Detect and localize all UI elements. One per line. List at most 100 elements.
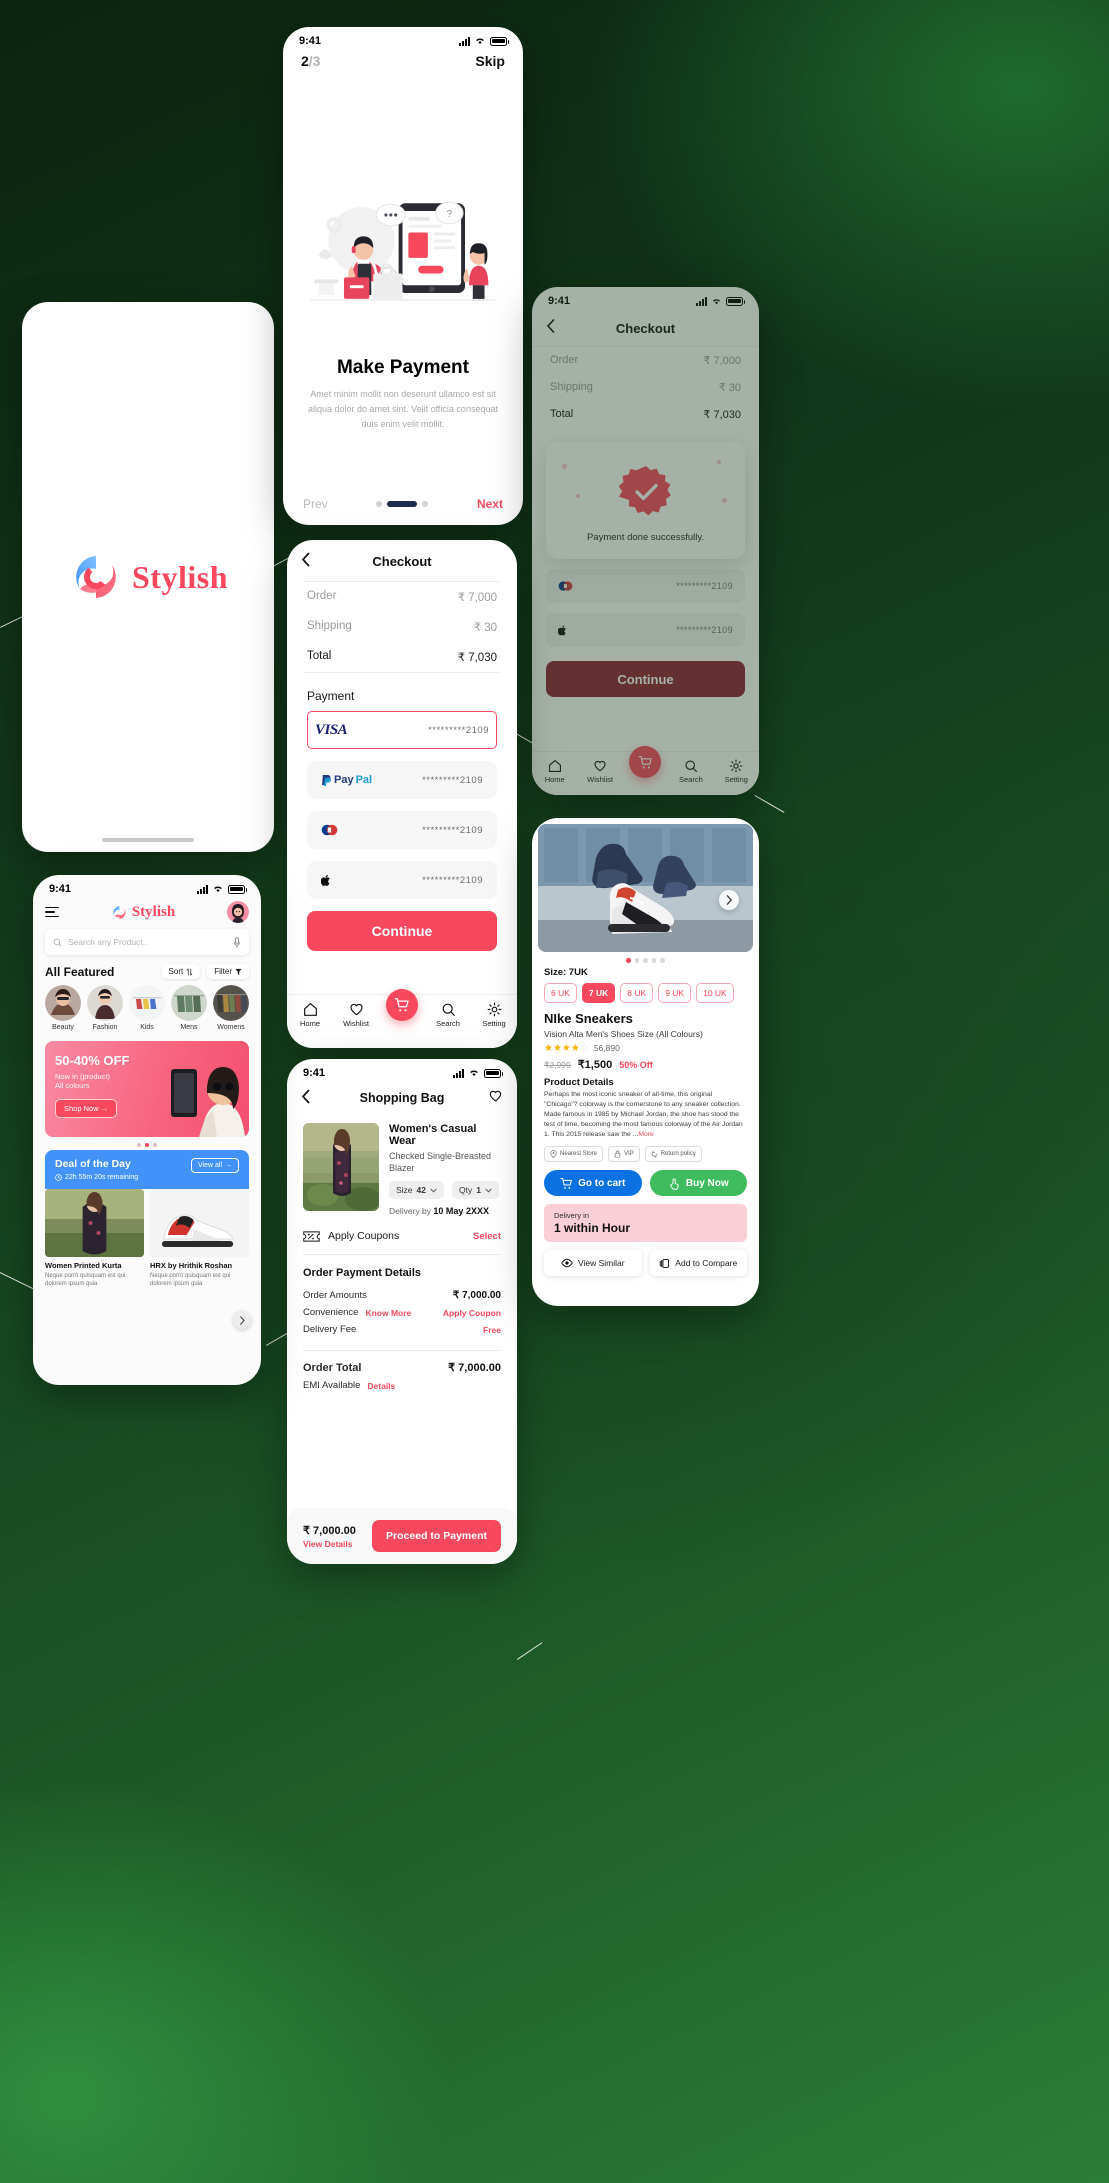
payment-method-row[interactable]: *********2109 xyxy=(546,613,745,647)
tab-setting[interactable]: Setting xyxy=(714,759,759,784)
continue-button[interactable]: Continue xyxy=(307,911,497,951)
tab-home[interactable]: Home xyxy=(287,1002,333,1028)
category-mens[interactable]: Mens xyxy=(169,985,209,1031)
tab-wishlist[interactable]: Wishlist xyxy=(577,759,622,784)
qty-selector[interactable]: Qty 1 xyxy=(452,1181,499,1200)
size-selector[interactable]: Size 42 xyxy=(389,1181,445,1200)
back-icon[interactable] xyxy=(546,319,555,338)
summary-row-total: Total ₹ 7,030 xyxy=(550,408,741,421)
tab-setting[interactable]: Setting xyxy=(471,1002,517,1028)
payment-method-maestro[interactable]: *********2109 xyxy=(307,811,497,849)
emi-details-link[interactable]: Details xyxy=(367,1381,395,1391)
filter-icon xyxy=(235,968,242,975)
promo-banner[interactable]: 50-40% OFF Now in (product) All colours … xyxy=(45,1041,249,1137)
add-to-compare-button[interactable]: Add to Compare xyxy=(649,1250,747,1277)
deal-of-day-banner: Deal of the Day 22h 55m 20s remaining Vi… xyxy=(45,1150,249,1189)
bottom-tab-bar: Home Wishlist Search Setting xyxy=(287,989,517,1048)
payment-method-paypal[interactable]: Pay Pal *********2109 xyxy=(307,761,497,799)
category-fashion[interactable]: Fashion xyxy=(85,985,125,1031)
badge-vip[interactable]: VIP xyxy=(608,1146,640,1163)
sort-button[interactable]: Sort xyxy=(161,964,201,979)
size-options: 6 UK 7 UK 8 UK 9 UK 10 UK xyxy=(532,982,759,1011)
tab-cart[interactable] xyxy=(623,746,668,778)
product-name: Women Printed Kurta xyxy=(45,1261,122,1270)
cart-fab[interactable] xyxy=(629,746,662,778)
buy-now-button[interactable]: Buy Now xyxy=(649,1170,747,1197)
coupon-select-link[interactable]: Select xyxy=(473,1231,501,1242)
clock-icon xyxy=(55,1174,62,1181)
signal-icon xyxy=(459,36,470,46)
tab-label: Wishlist xyxy=(343,1019,369,1028)
tab-search[interactable]: Search xyxy=(668,759,713,784)
deal-timer: 22h 55m 20s remaining xyxy=(55,1174,138,1181)
category-image xyxy=(129,985,165,1021)
tab-home[interactable]: Home xyxy=(532,759,577,784)
next-arrow-button[interactable] xyxy=(233,1311,251,1329)
payment-method-visa[interactable]: VISA *********2109 xyxy=(307,711,497,749)
phone-shopping-bag-screen: 9:41 Shopping Bag Women's Casual Wear Ch… xyxy=(287,1059,517,1564)
wishlist-icon[interactable] xyxy=(488,1089,503,1108)
image-pagination-dots[interactable] xyxy=(532,952,759,967)
phone-splash-screen: Stylish xyxy=(22,302,274,852)
apply-coupons-row[interactable]: Apply Coupons Select xyxy=(287,1216,517,1254)
back-icon[interactable] xyxy=(301,1089,310,1109)
summary-label: Total xyxy=(307,650,332,662)
badge-nearest-store[interactable]: Nearest Store xyxy=(544,1146,604,1163)
size-option-selected[interactable]: 7 UK xyxy=(581,982,616,1003)
delivery-banner: Delivery in 1 within Hour xyxy=(544,1204,747,1243)
tab-wishlist[interactable]: Wishlist xyxy=(333,1002,379,1028)
size-option[interactable]: 9 UK xyxy=(658,982,692,1003)
skip-button[interactable]: Skip xyxy=(475,53,505,69)
next-image-button[interactable] xyxy=(719,890,739,910)
pagination-dots[interactable] xyxy=(376,501,429,507)
view-all-button[interactable]: View all → xyxy=(191,1158,239,1173)
cart-fab[interactable] xyxy=(386,989,418,1021)
view-similar-button[interactable]: View Similar xyxy=(544,1250,642,1277)
lock-icon xyxy=(614,1151,621,1158)
back-icon[interactable] xyxy=(301,552,310,572)
payment-method-row[interactable]: *********2109 xyxy=(546,569,745,603)
delivery-label: Delivery in xyxy=(554,1211,590,1221)
apply-coupon-link[interactable]: Apply Coupon xyxy=(443,1308,501,1318)
avatar[interactable] xyxy=(226,901,249,923)
tab-label: Wishlist xyxy=(587,775,613,784)
menu-icon[interactable] xyxy=(45,906,59,918)
category-beauty[interactable]: Beauty xyxy=(43,985,83,1031)
tab-cart[interactable] xyxy=(379,989,425,1021)
wifi-icon xyxy=(214,886,222,893)
next-button[interactable]: Next xyxy=(477,497,503,511)
go-to-cart-button[interactable]: Go to cart xyxy=(544,1170,642,1197)
category-womens[interactable]: Womens xyxy=(211,985,251,1031)
search-input[interactable]: Search any Product.. xyxy=(45,929,249,955)
prev-button[interactable]: Prev xyxy=(303,497,328,511)
banner-dots[interactable] xyxy=(33,1137,261,1150)
category-kids[interactable]: Kids xyxy=(127,985,167,1031)
mic-icon[interactable] xyxy=(233,936,241,948)
summary-value: ₹ 30 xyxy=(473,622,497,634)
battery-icon xyxy=(228,884,247,894)
summary-row-total: Total ₹ 7,030 xyxy=(287,642,517,672)
tab-search[interactable]: Search xyxy=(425,1002,471,1028)
filter-button[interactable]: Filter xyxy=(207,964,249,979)
success-check-icon xyxy=(618,464,674,520)
category-label: Womens xyxy=(217,1024,245,1031)
product-card[interactable]: HRX by Hrithik Roshan Neque porro quisqu… xyxy=(150,1189,249,1288)
continue-button[interactable]: Continue xyxy=(546,661,745,697)
size-option[interactable]: 6 UK xyxy=(544,982,577,1003)
know-more-link[interactable]: Know More xyxy=(365,1308,411,1318)
success-message: Payment done successfully. xyxy=(586,532,705,543)
size-option[interactable]: 8 UK xyxy=(620,982,654,1003)
payment-method-applepay[interactable]: *********2109 xyxy=(307,861,497,899)
more-link[interactable]: More xyxy=(638,1131,654,1138)
battery-icon xyxy=(726,296,745,306)
proceed-to-payment-button[interactable]: Proceed to Payment xyxy=(372,1520,501,1552)
status-bar: 9:41 xyxy=(287,1059,517,1081)
summary-row: Order ₹ 7,000 xyxy=(550,354,741,367)
shop-now-button[interactable]: Shop Now → xyxy=(55,1099,118,1118)
badge-return-policy[interactable]: Return policy xyxy=(644,1146,702,1163)
view-details-link[interactable]: View Details xyxy=(303,1539,356,1549)
product-card[interactable]: Women Printed Kurta Neque porro quisquam… xyxy=(45,1189,144,1288)
size-option[interactable]: 10 UK xyxy=(696,982,734,1003)
page-title: Checkout xyxy=(615,321,676,336)
visa-icon: VISA xyxy=(315,721,348,738)
